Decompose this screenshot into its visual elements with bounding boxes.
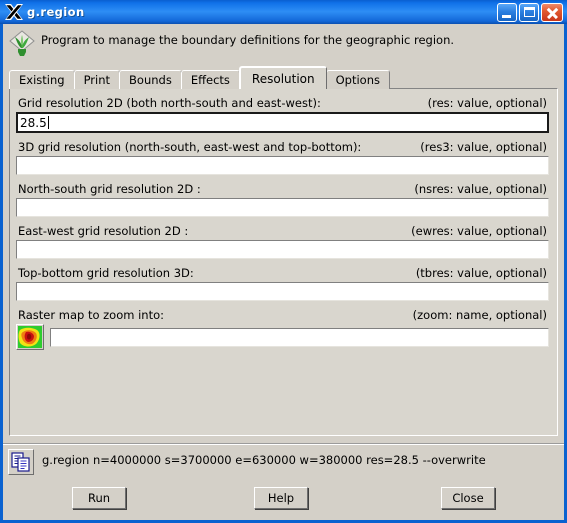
res-input[interactable]: 28.5 bbox=[16, 112, 549, 133]
raster-map-select-button[interactable] bbox=[16, 324, 44, 350]
tab-resolution-label: Resolution bbox=[251, 71, 315, 86]
grass-gis-logo-icon bbox=[9, 30, 35, 58]
tab-print-label: Print bbox=[83, 73, 111, 87]
field-tbres-labelline: Top-bottom grid resolution 3D: (tbres: v… bbox=[16, 266, 549, 282]
field-zoom-hint: (zoom: name, optional) bbox=[412, 308, 547, 322]
tab-effects[interactable]: Effects bbox=[180, 70, 240, 89]
field-ewres-labelline: East-west grid resolution 2D : (ewres: v… bbox=[16, 224, 549, 240]
tab-bounds-label: Bounds bbox=[129, 73, 172, 87]
title-bar[interactable]: g.region bbox=[0, 0, 567, 24]
tab-resolution[interactable]: Resolution bbox=[238, 66, 327, 89]
field-nsres-labelline: North-south grid resolution 2D : (nsres:… bbox=[16, 182, 549, 198]
close-dialog-button[interactable]: Close bbox=[441, 487, 495, 509]
field-tbres: Top-bottom grid resolution 3D: (tbres: v… bbox=[16, 266, 549, 301]
field-zoom-labelline: Raster map to zoom into: (zoom: name, op… bbox=[16, 308, 549, 324]
maximize-icon bbox=[524, 6, 535, 17]
tab-bounds[interactable]: Bounds bbox=[119, 70, 182, 89]
nsres-input[interactable] bbox=[16, 198, 549, 217]
field-res3-hint: (res3: value, optional) bbox=[420, 140, 547, 154]
field-zoom-label: Raster map to zoom into: bbox=[18, 308, 165, 322]
field-list: Grid resolution 2D (both north-south and… bbox=[16, 96, 549, 357]
help-button-label: Help bbox=[267, 491, 295, 505]
minimize-icon bbox=[502, 14, 511, 18]
tab-existing-label: Existing bbox=[19, 73, 65, 87]
tab-options-label: Options bbox=[335, 73, 380, 87]
close-button[interactable] bbox=[541, 2, 563, 22]
tab-options[interactable]: Options bbox=[325, 70, 390, 89]
tab-effects-label: Effects bbox=[190, 73, 230, 87]
command-bar: g.region n=4000000 s=3700000 e=630000 w=… bbox=[3, 446, 564, 478]
field-res3: 3D grid resolution (north-south, east-we… bbox=[16, 140, 549, 175]
window-controls bbox=[497, 2, 565, 22]
field-nsres-hint: (nsres: value, optional) bbox=[414, 182, 547, 196]
field-res3-labelline: 3D grid resolution (north-south, east-we… bbox=[16, 140, 549, 156]
field-nsres-label: North-south grid resolution 2D : bbox=[18, 182, 201, 196]
res3-input[interactable] bbox=[16, 156, 549, 175]
minimize-button[interactable] bbox=[497, 2, 517, 22]
dialog-button-row: Run Help Close bbox=[3, 481, 564, 515]
field-res-label: Grid resolution 2D (both north-south and… bbox=[18, 96, 321, 110]
ewres-input[interactable] bbox=[16, 240, 549, 259]
field-ewres: East-west grid resolution 2D : (ewres: v… bbox=[16, 224, 549, 259]
section-divider bbox=[3, 443, 564, 445]
run-button-label: Run bbox=[87, 491, 111, 505]
tab-print[interactable]: Print bbox=[73, 70, 121, 89]
zoom-input-row bbox=[16, 324, 549, 350]
field-res3-label: 3D grid resolution (north-south, east-we… bbox=[18, 140, 362, 154]
g-region-dialog-window: g.region Program to manage the boundary … bbox=[0, 0, 567, 523]
close-dialog-button-label: Close bbox=[452, 491, 484, 505]
x-window-logo-icon bbox=[3, 2, 25, 22]
command-preview-text: g.region n=4000000 s=3700000 e=630000 w=… bbox=[42, 453, 486, 467]
res-input-value: 28.5 bbox=[20, 115, 47, 130]
field-ewres-label: East-west grid resolution 2D : bbox=[18, 224, 189, 238]
program-description: Program to manage the boundary definitio… bbox=[41, 33, 455, 47]
field-res-labelline: Grid resolution 2D (both north-south and… bbox=[16, 96, 549, 112]
raster-map-thumbnail-icon bbox=[18, 326, 42, 348]
field-zoom: Raster map to zoom into: (zoom: name, op… bbox=[16, 308, 549, 350]
run-button[interactable]: Run bbox=[72, 487, 126, 509]
window-title: g.region bbox=[27, 5, 85, 19]
description-bar: Program to manage the boundary definitio… bbox=[3, 24, 564, 62]
text-caret bbox=[47, 116, 49, 129]
help-button[interactable]: Help bbox=[254, 487, 308, 509]
resolution-panel: Grid resolution 2D (both north-south and… bbox=[9, 88, 558, 436]
field-res-hint: (res: value, optional) bbox=[427, 96, 547, 110]
tab-strip: Existing Print Bounds Effects Resolution… bbox=[9, 66, 390, 89]
copy-command-button[interactable] bbox=[8, 449, 34, 475]
copy-icon bbox=[11, 452, 30, 472]
tbres-input[interactable] bbox=[16, 282, 549, 301]
field-tbres-hint: (tbres: value, optional) bbox=[415, 266, 547, 280]
zoom-raster-input[interactable] bbox=[50, 327, 549, 347]
field-tbres-label: Top-bottom grid resolution 3D: bbox=[18, 266, 194, 280]
field-ewres-hint: (ewres: value, optional) bbox=[411, 224, 547, 238]
maximize-button[interactable] bbox=[519, 2, 539, 22]
field-nsres: North-south grid resolution 2D : (nsres:… bbox=[16, 182, 549, 217]
tab-existing[interactable]: Existing bbox=[9, 70, 75, 89]
field-res: Grid resolution 2D (both north-south and… bbox=[16, 96, 549, 133]
